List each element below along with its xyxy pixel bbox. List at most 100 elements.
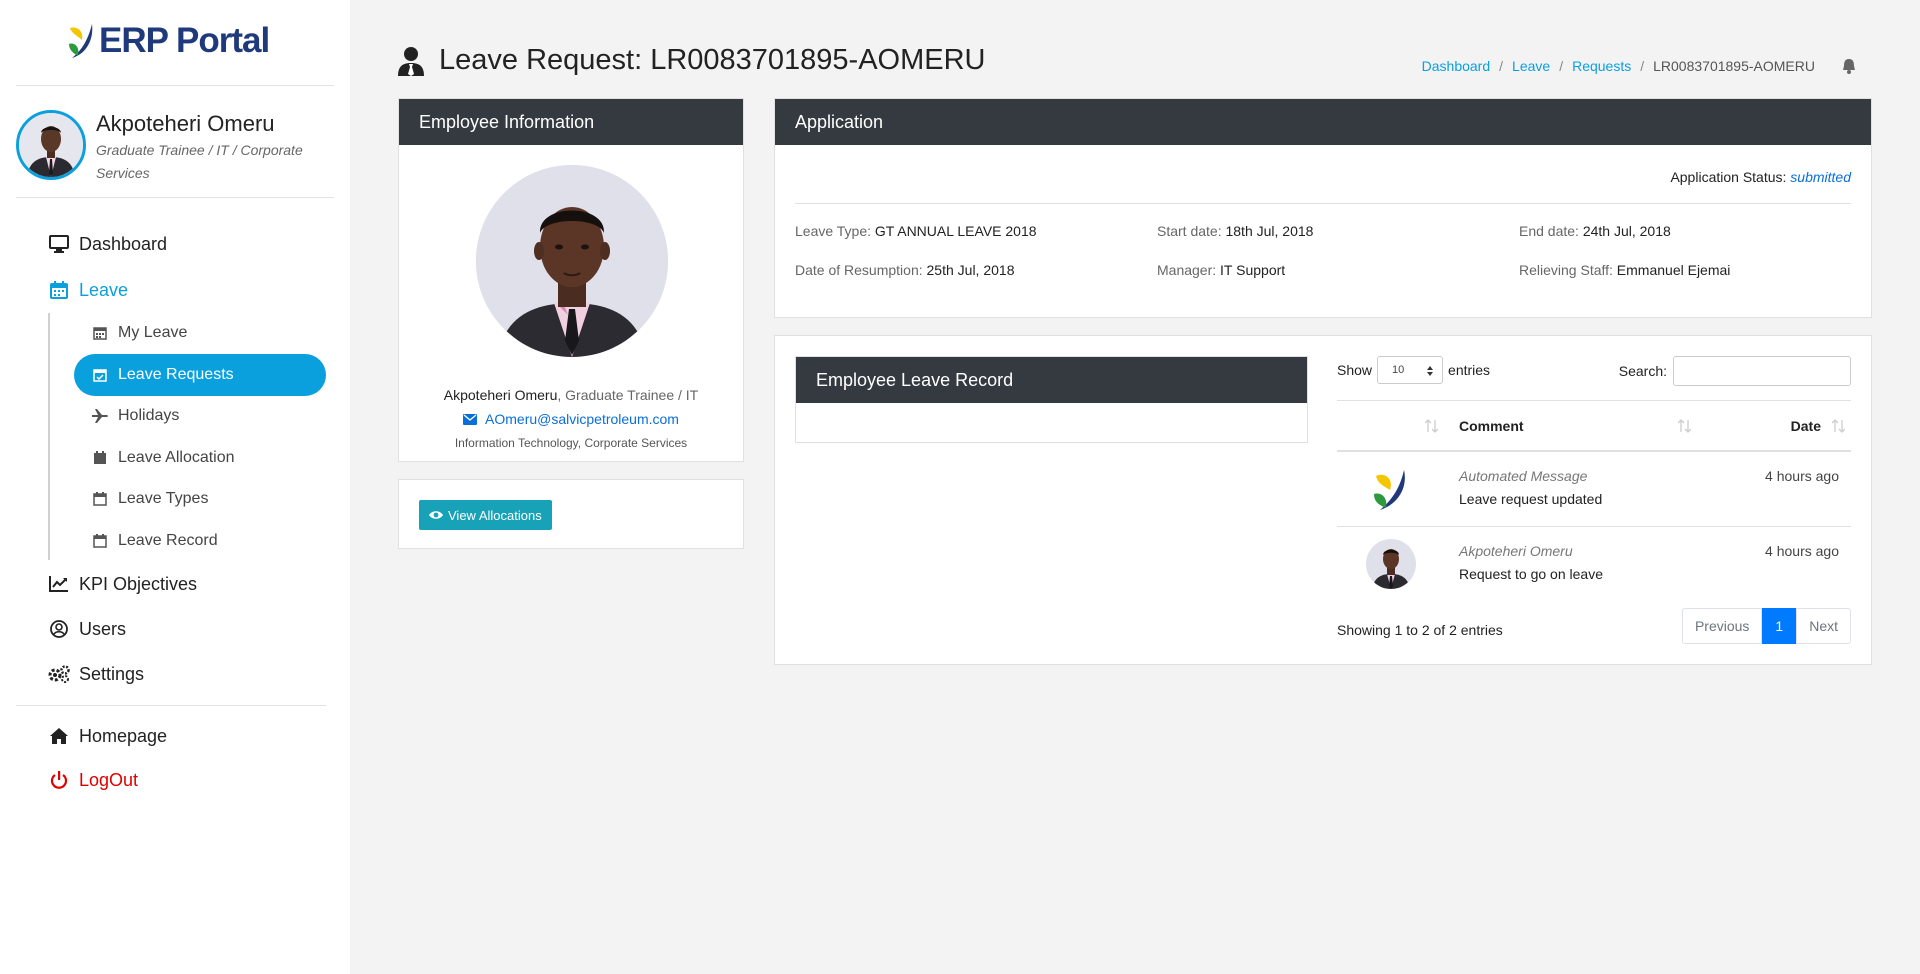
employee-department: Information Technology, Corporate Servic… [454,436,688,450]
employee-photo-icon [476,165,668,357]
sidebar-item-label: Leave Allocation [118,449,235,466]
employee-photo [476,165,668,357]
plane-icon [92,408,108,424]
nav-settings-label: Settings [79,663,145,684]
employee-info-header: Employee Information [399,99,743,145]
pagination-next[interactable]: Next [1796,608,1851,644]
sort-icon[interactable] [1425,419,1438,433]
allocations-card: View Allocations [398,479,744,549]
breadcrumb-separator: / [1640,58,1645,74]
entries-select-value: 10 [1392,364,1405,376]
sidebar-item-leave-types[interactable]: Leave Types [74,478,326,520]
sidebar-item-label: Leave Record [118,532,218,549]
end-date-label: End date: [1519,223,1579,239]
sort-icon[interactable] [1832,419,1845,433]
sidebar-item-label: Leave Requests [118,366,234,383]
nav-leave[interactable]: Leave [48,279,128,301]
sidebar-item-leave-allocation[interactable]: Leave Allocation [74,437,326,479]
user-role: Graduate Trainee / IT / Corporate Servic… [96,142,303,181]
status-label: Application Status: [1670,169,1787,185]
nav-kpi-objectives[interactable]: KPI Objectives [48,573,197,595]
sidebar-item-label: My Leave [118,324,188,341]
brand[interactable]: ERP Portal [66,20,270,62]
calendar-icon [48,279,70,301]
breadcrumb-current: LR0083701895-AOMERU [1653,58,1815,74]
comment-author: Akpoteheri Omeru [1459,543,1573,559]
nav-dashboard[interactable]: Dashboard [48,233,167,255]
nav-logout[interactable]: LogOut [48,769,138,791]
sidebar: ERP Portal Akpoteheri Omeru Graduate Tra… [0,0,350,974]
page-header: Leave Request: LR0083701895-AOMERU [397,44,986,77]
employee-email[interactable]: AOmeru@salvicpetroleum.com [399,411,743,427]
start-date-value: 18th Jul, 2018 [1225,223,1314,239]
nav-users-label: Users [79,618,127,639]
user-name: Akpoteheri Omeru [96,111,275,136]
eye-icon [429,511,443,519]
breadcrumb-leave[interactable]: Leave [1512,58,1550,74]
employee-title: , Graduate Trainee / IT [557,387,699,403]
user-tie-icon [398,46,424,76]
user-profile: Akpoteheri Omeru Graduate Trainee / IT /… [16,110,316,185]
sidebar-item-my-leave[interactable]: My Leave [74,312,326,354]
nav-settings[interactable]: Settings [48,663,144,685]
entries-label: entries [1448,362,1491,378]
page-title: Leave Request: LR0083701895-AOMERU [439,44,986,76]
leave-type-label: Leave Type: [795,223,872,239]
select-arrows-icon [1427,366,1434,376]
application-card: Application Application Status: submitte… [774,98,1872,318]
gears-icon [48,663,70,685]
sidebar-divider [16,705,326,706]
calendar-icon [92,450,108,466]
calendar-icon [92,533,108,549]
resumption-date-label: Date of Resumption: [795,262,923,278]
relieving-staff-value: Emmanuel Ejemai [1616,262,1731,278]
leave-type-value: GT ANNUAL LEAVE 2018 [874,223,1037,239]
employee-leave-record-header: Employee Leave Record [796,357,1307,403]
comment-text: Leave request updated [1459,491,1603,507]
column-date[interactable]: Date [1791,418,1821,434]
user-photo-icon [19,113,83,177]
employee-name: Akpoteheri Omeru [443,387,558,403]
sidebar-divider [16,85,334,86]
bell-icon[interactable] [1842,58,1856,74]
employee-info-card: Employee Information Akpoteheri Omeru, G… [398,98,744,462]
sidebar-item-leave-requests[interactable]: Leave Requests [74,354,326,396]
nav-users[interactable]: Users [48,618,126,640]
sidebar-item-leave-record[interactable]: Leave Record [74,520,326,562]
column-comment[interactable]: Comment [1459,418,1524,434]
brand-logo-icon [69,24,93,58]
nav-homepage[interactable]: Homepage [48,725,167,747]
view-allocations-button[interactable]: View Allocations [419,500,552,530]
show-label: Show [1337,362,1373,378]
pagination-page-1[interactable]: 1 [1762,608,1797,644]
breadcrumb-requests[interactable]: Requests [1572,58,1631,74]
nav-kpi-label: KPI Objectives [79,573,198,594]
start-date-field: Start date: 18th Jul, 2018 [1157,223,1313,239]
employee-email-text[interactable]: AOmeru@salvicpetroleum.com [485,411,679,427]
calendar-check-icon [92,367,108,383]
avatar [1366,539,1416,589]
sidebar-item-holidays[interactable]: Holidays [74,395,326,437]
table-search: Search: [1619,356,1851,386]
leave-type-field: Leave Type: GT ANNUAL LEAVE 2018 [795,223,1037,239]
comment-date: 4 hours ago [1765,468,1839,484]
pagination-previous[interactable]: Previous [1681,608,1763,644]
brand-name: ERP Portal [99,21,270,60]
breadcrumb: Dashboard / Leave / Requests / LR0083701… [1422,58,1815,74]
subnav-line [48,313,50,560]
employee-name-line: Akpoteheri Omeru, Graduate Trainee / IT [399,387,743,403]
sidebar-item-label: Holidays [118,407,180,424]
search-label: Search: [1618,363,1667,379]
status-badge: submitted [1790,169,1851,185]
table-header: Comment Date [1337,400,1851,452]
search-input[interactable] [1673,356,1851,386]
breadcrumb-dashboard[interactable]: Dashboard [1422,58,1491,74]
sort-icon[interactable] [1678,419,1691,433]
manager-label: Manager: [1157,262,1217,278]
comments-table: Comment Date Automated Message Leave req… [1337,400,1851,602]
calendar-icon [92,491,108,507]
avatar[interactable] [16,110,86,180]
breadcrumb-separator: / [1559,58,1564,74]
nav-homepage-label: Homepage [79,725,168,746]
entries-select[interactable]: 10 [1377,356,1444,384]
